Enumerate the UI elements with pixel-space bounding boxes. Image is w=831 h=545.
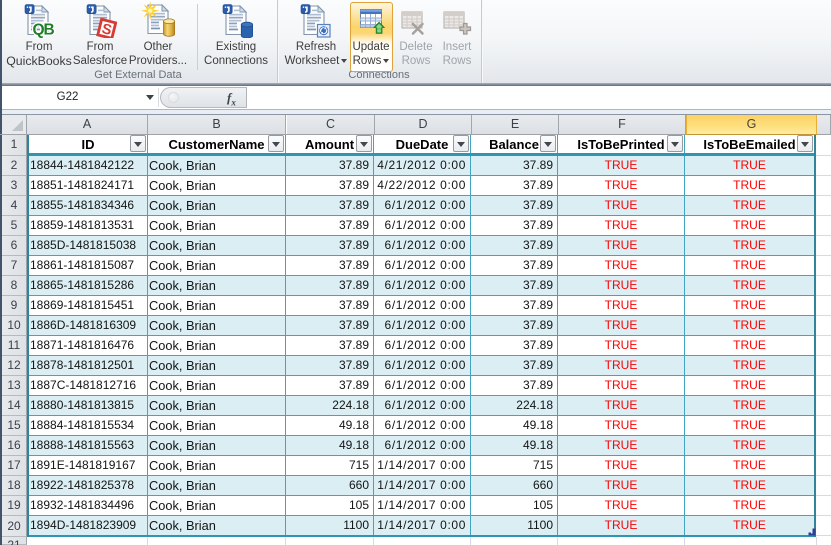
svg-text:QB: QB (33, 22, 55, 39)
